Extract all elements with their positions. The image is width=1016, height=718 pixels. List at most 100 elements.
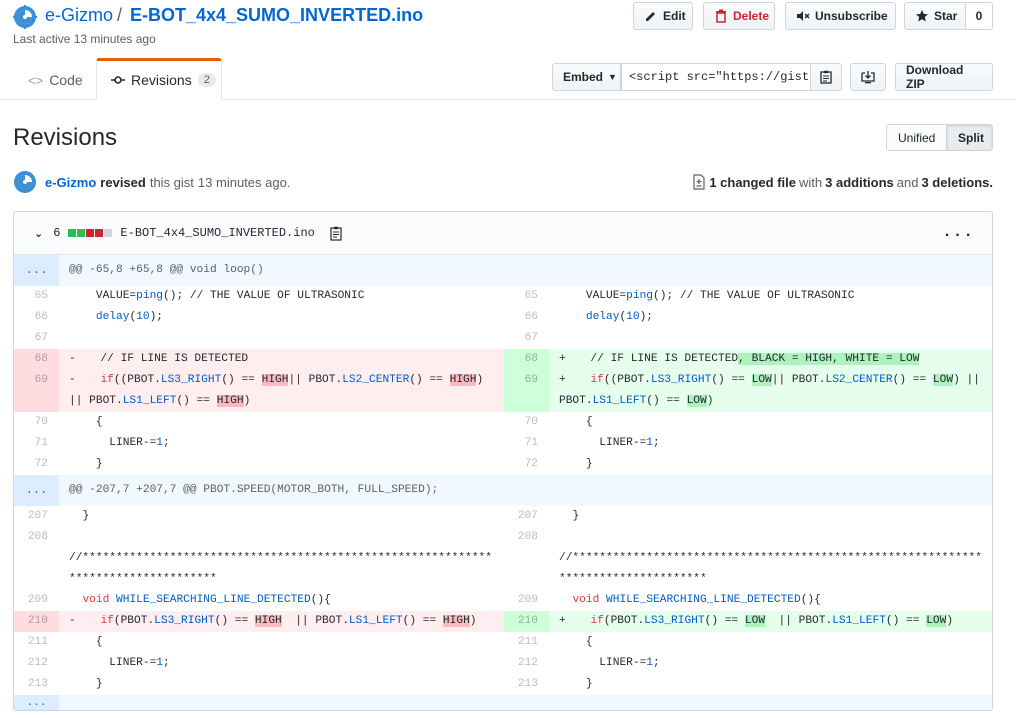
line-number[interactable]: 209 — [14, 590, 59, 611]
changed-files-summary: 1 changed file with 3 additions and 3 de… — [692, 172, 993, 192]
code-line — [549, 527, 992, 548]
diff-row: 213 } 213 } — [14, 674, 992, 695]
line-number[interactable]: 65 — [14, 286, 59, 307]
expand-button[interactable]: ... — [14, 475, 59, 506]
split-diff-table: ... @@ -65,8 +65,8 @@ void loop() 65 VAL… — [14, 255, 992, 710]
delete-button[interactable]: Delete — [703, 2, 775, 30]
embed-dropdown[interactable]: Embed ▼ — [552, 63, 621, 91]
deleted-line: - if((PBOT.LS3_RIGHT() == HIGH|| PBOT.LS… — [59, 370, 504, 412]
line-number — [14, 548, 59, 590]
code-icon: <> — [28, 72, 44, 88]
line-number — [504, 548, 549, 590]
star-count[interactable]: 0 — [965, 2, 993, 30]
line-number[interactable]: 208 — [504, 527, 549, 548]
line-number[interactable]: 72 — [504, 454, 549, 475]
line-number[interactable]: 210 — [14, 611, 59, 632]
tab-code[interactable]: <> Code — [28, 60, 83, 100]
embed-url-input[interactable]: <script src="https://gist. — [621, 63, 811, 91]
line-number[interactable]: 66 — [14, 307, 59, 328]
diff-row-changed: 69 - if((PBOT.LS3_RIGHT() == HIGH|| PBOT… — [14, 370, 992, 412]
owner-avatar-icon[interactable] — [13, 5, 37, 29]
edit-button[interactable]: Edit — [633, 2, 693, 30]
code-line: delay(10); — [585, 311, 654, 323]
line-number[interactable]: 209 — [504, 590, 549, 611]
code-line: //**************************************… — [69, 552, 492, 585]
unified-button[interactable]: Unified — [886, 124, 947, 151]
line-number[interactable]: 66 — [504, 307, 549, 328]
line-number[interactable]: 69 — [504, 370, 549, 412]
tab-code-label: Code — [49, 72, 83, 88]
line-number[interactable]: 67 — [504, 328, 549, 349]
hunk-header-row: ... @@ -207,7 +207,7 @@ PBOT.SPEED(MOTOR… — [14, 475, 992, 506]
tab-revisions-label: Revisions — [131, 72, 192, 88]
copy-path-icon[interactable] — [329, 226, 343, 241]
diffstat-count: 6 — [53, 226, 61, 240]
line-number[interactable]: 212 — [504, 653, 549, 674]
line-number[interactable]: 212 — [14, 653, 59, 674]
line-number[interactable]: 71 — [14, 433, 59, 454]
unsubscribe-button[interactable]: Unsubscribe — [785, 2, 896, 30]
line-number[interactable]: 67 — [14, 328, 59, 349]
owner-link[interactable]: e-Gizmo — [45, 5, 113, 26]
changed-count: 1 changed file — [709, 174, 797, 190]
line-number[interactable]: 71 — [504, 433, 549, 454]
split-button[interactable]: Split — [947, 124, 993, 151]
code-line: } — [69, 458, 103, 470]
star-icon — [916, 10, 928, 22]
line-number[interactable]: 213 — [14, 674, 59, 695]
unsubscribe-label: Unsubscribe — [815, 9, 888, 23]
diff-row: 209 void WHILE_SEARCHING_LINE_DETECTED()… — [14, 590, 992, 611]
line-number[interactable]: 208 — [14, 527, 59, 548]
author-avatar-icon[interactable] — [13, 170, 37, 194]
delete-label: Delete — [733, 9, 770, 23]
code-line: { — [69, 416, 103, 428]
diff-row: 70 { 70 { — [14, 412, 992, 433]
chevron-down-icon[interactable]: ⌄ — [34, 227, 43, 240]
diff-row: //**************************************… — [14, 548, 992, 590]
line-number[interactable]: 211 — [14, 632, 59, 653]
expand-up-button[interactable]: ... — [14, 255, 59, 286]
pencil-icon — [646, 12, 655, 21]
line-number[interactable]: 70 — [14, 412, 59, 433]
diffstat-bar — [68, 229, 113, 237]
kebab-menu-icon[interactable]: ··· — [942, 226, 974, 244]
desktop-download-icon — [861, 71, 875, 84]
copy-embed-button[interactable] — [810, 63, 842, 91]
diff-row: 71 LINER-=1; 71 LINER-=1; — [14, 433, 992, 454]
line-number[interactable]: 207 — [504, 506, 549, 527]
star-button[interactable]: Star — [904, 2, 966, 30]
deletions-count: 3 deletions. — [921, 174, 993, 190]
tab-revisions[interactable]: Revisions 2 — [96, 58, 222, 100]
line-number[interactable]: 68 — [14, 349, 59, 370]
diff-row-changed: 210 - if(PBOT.LS3_RIGHT() == HIGH || PBO… — [14, 611, 992, 632]
code-line: LINER-=1; — [559, 437, 660, 449]
expand-down-button[interactable]: ... — [14, 695, 59, 710]
file-diff: ⌄ 6 E-BOT_4x4_SUMO_INVERTED.ino ··· ... … — [13, 211, 993, 711]
diff-row: 65 VALUE=ping(); // THE VALUE OF ULTRASO… — [14, 286, 992, 307]
open-desktop-button[interactable] — [850, 63, 886, 91]
line-number[interactable]: 72 — [14, 454, 59, 475]
revision-time: 13 minutes ago. — [197, 174, 291, 190]
line-number[interactable]: 70 — [504, 412, 549, 433]
code-line: } — [559, 458, 593, 470]
line-number[interactable]: 68 — [504, 349, 549, 370]
summary-and: and — [896, 174, 919, 190]
last-active-text: Last active 13 minutes ago — [13, 32, 156, 46]
line-number[interactable]: 207 — [14, 506, 59, 527]
diffstat-neutral-block — [104, 229, 113, 237]
added-line: + if(PBOT.LS3_RIGHT() == LOW || PBOT.LS1… — [549, 611, 992, 632]
revision-author-link[interactable]: e-Gizmo — [45, 175, 96, 190]
download-zip-button[interactable]: Download ZIP — [895, 63, 993, 91]
code-line: delay(10); — [95, 311, 164, 323]
line-number[interactable]: 211 — [504, 632, 549, 653]
diff-row-changed: 68 - // IF LINE IS DETECTED 68 + // IF L… — [14, 349, 992, 370]
line-number[interactable]: 65 — [504, 286, 549, 307]
code-line: { — [559, 636, 593, 648]
hunk-footer-row: ... — [14, 695, 992, 710]
gist-header: e-Gizmo / E-BOT_4x4_SUMO_INVERTED.ino La… — [0, 0, 1016, 100]
line-number[interactable]: 213 — [504, 674, 549, 695]
file-name[interactable]: E-BOT_4x4_SUMO_INVERTED.ino — [120, 226, 314, 240]
gist-name-link[interactable]: E-BOT_4x4_SUMO_INVERTED.ino — [130, 5, 423, 26]
line-number[interactable]: 210 — [504, 611, 549, 632]
line-number[interactable]: 69 — [14, 370, 59, 412]
